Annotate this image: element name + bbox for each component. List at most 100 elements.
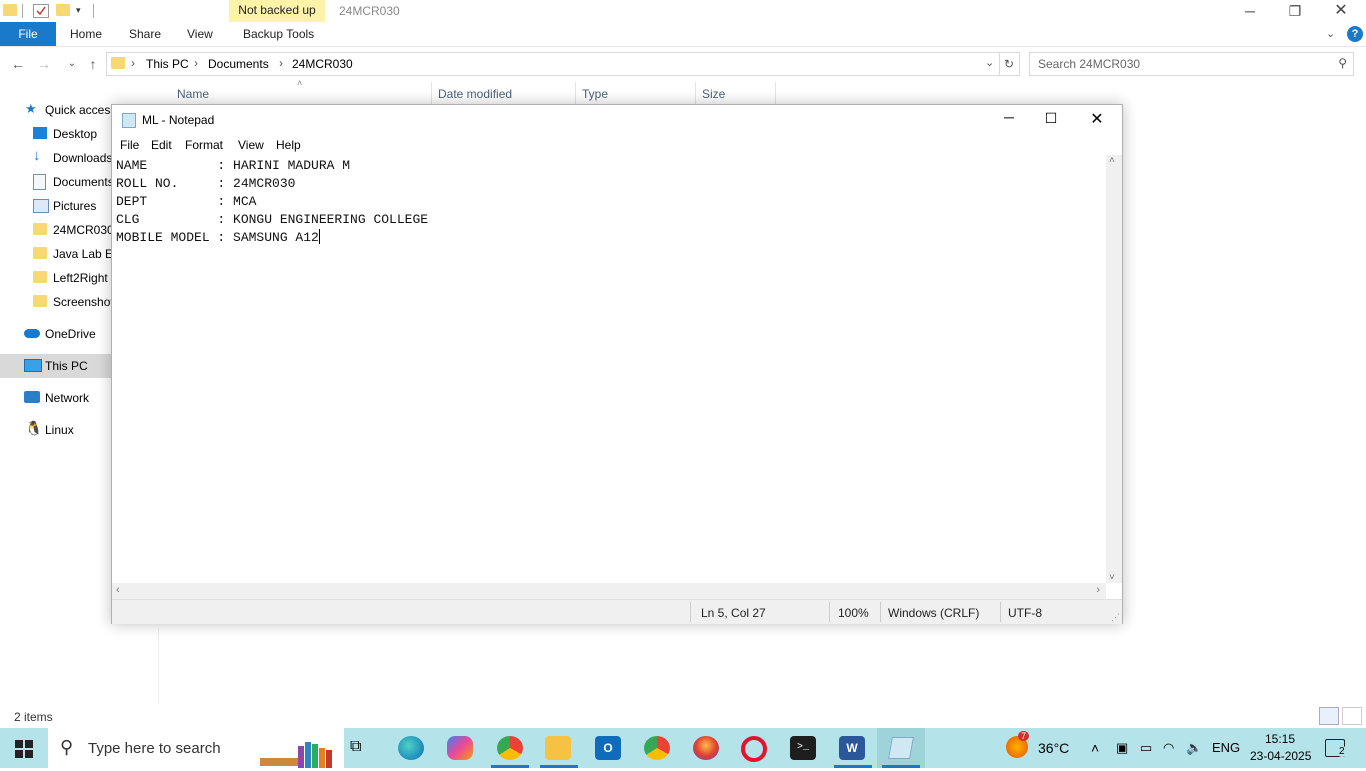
chevron-right-icon[interactable]: › [279, 56, 283, 70]
sidebar-item-network[interactable]: Network [0, 386, 111, 410]
tab-home[interactable]: Home [70, 22, 102, 46]
chrome-icon[interactable] [497, 736, 523, 760]
tab-file[interactable]: File [0, 22, 56, 46]
column-header-type[interactable]: Type [582, 87, 608, 101]
address-bar[interactable]: › This PC › Documents › 24MCR030 ⌄ [106, 52, 1000, 76]
column-header-size[interactable]: Size [702, 87, 725, 101]
file-explorer-icon[interactable] [545, 736, 571, 760]
up-arrow-icon[interactable]: ↑ [83, 54, 103, 74]
tab-backup-tools[interactable]: Backup Tools [243, 22, 314, 46]
language-indicator[interactable]: ENG [1212, 740, 1240, 755]
details-view-button[interactable] [1319, 707, 1339, 725]
weather-temperature[interactable]: 36°C [1038, 740, 1069, 756]
terminal-icon[interactable]: >_ [790, 736, 816, 760]
column-separator[interactable] [575, 82, 576, 106]
sidebar-item-24mcr030[interactable]: 24MCR030 [0, 218, 114, 242]
task-view-icon[interactable]: ⧉ [350, 738, 370, 758]
word-icon[interactable]: W [839, 736, 865, 760]
search-icon[interactable]: ⚲ [1338, 56, 1347, 70]
column-header-date-modified[interactable]: Date modified [438, 87, 512, 101]
penguin-icon: 🐧 [25, 420, 43, 436]
sidebar-item-this-pc[interactable]: This PC [0, 354, 111, 378]
breadcrumb-24mcr030[interactable]: 24MCR030 [292, 57, 353, 71]
meet-now-icon[interactable]: ▣ [1116, 740, 1128, 756]
volume-icon[interactable]: 🔈 [1186, 740, 1202, 756]
tab-share[interactable]: Share [129, 22, 161, 46]
sidebar-item-documents[interactable]: Documents [0, 170, 114, 194]
notepad-titlebar[interactable]: ML - Notepad ─ ☐ ✕ [112, 105, 1122, 135]
back-arrow-icon[interactable]: ← [8, 54, 28, 74]
wifi-icon[interactable]: ◠ [1163, 740, 1174, 756]
sidebar-item-desktop[interactable]: Desktop [0, 122, 111, 146]
chevron-right-icon[interactable]: › [194, 56, 198, 70]
vertical-scrollbar[interactable]: ˄ ˅ [1106, 155, 1122, 583]
firefox-icon[interactable] [693, 736, 719, 760]
clock-time[interactable]: 15:15 [1265, 732, 1295, 746]
menu-help[interactable]: Help [276, 138, 301, 152]
refresh-icon[interactable]: ↻ [999, 52, 1020, 76]
minimize-button[interactable]: ─ [992, 109, 1026, 125]
outlook-icon[interactable]: O [595, 736, 621, 760]
horizontal-scrollbar[interactable]: ‹ › [112, 583, 1106, 599]
clock-date[interactable]: 23-04-2025 [1250, 749, 1311, 763]
sidebar-item-quick-access[interactable]: ★ Quick access [0, 98, 116, 122]
sidebar-item-java-lab[interactable]: Java Lab Ex [0, 242, 119, 266]
chevron-up-icon[interactable]: ˄ [1091, 740, 1099, 756]
ribbon-expand-icon[interactable]: ⌄ [1326, 27, 1335, 40]
help-button[interactable]: ? [1347, 26, 1363, 42]
column-separator[interactable] [695, 82, 696, 106]
close-button[interactable]: ✕ [1318, 0, 1364, 22]
new-folder-icon[interactable] [56, 4, 70, 16]
notepad-window: ML - Notepad ─ ☐ ✕ File Edit Format View… [111, 104, 1123, 624]
tab-view[interactable]: View [187, 22, 213, 46]
copilot-icon[interactable] [447, 736, 473, 760]
pane-divider[interactable] [158, 628, 159, 704]
menu-file[interactable]: File [120, 138, 139, 152]
minimize-button[interactable]: ─ [1227, 0, 1273, 22]
forward-arrow-icon[interactable]: → [34, 54, 54, 74]
chevron-right-icon[interactable]: › [131, 56, 135, 70]
menu-edit[interactable]: Edit [151, 138, 172, 152]
maximize-button[interactable]: ☐ [1034, 110, 1068, 127]
breadcrumb-documents[interactable]: Documents [208, 57, 269, 71]
scroll-up-icon[interactable]: ˄ [1109, 155, 1115, 166]
large-icons-view-button[interactable] [1342, 707, 1362, 725]
edge-browser-icon[interactable] [398, 736, 424, 760]
sidebar-item-label: Pictures [53, 199, 97, 213]
properties-icon[interactable] [33, 4, 49, 18]
chrome-profile-icon[interactable] [644, 736, 670, 760]
qat-dropdown-icon[interactable]: ▾ [76, 5, 81, 16]
sidebar-item-onedrive[interactable]: OneDrive [0, 322, 111, 346]
column-separator[interactable] [775, 82, 776, 106]
recent-locations-icon[interactable]: ⌄ [62, 54, 82, 74]
column-header-name[interactable]: Name [177, 87, 209, 101]
windows-start-icon[interactable] [15, 740, 33, 758]
taskbar-search-box[interactable]: ⚲ Type here to search [48, 728, 344, 768]
opera-icon[interactable] [741, 736, 767, 762]
resize-grip-icon[interactable]: ⋰ [1111, 612, 1120, 623]
sidebar-item-left2right[interactable]: Left2Right [0, 266, 111, 290]
address-dropdown-icon[interactable]: ⌄ [985, 56, 994, 69]
menu-format[interactable]: Format [185, 138, 223, 152]
sidebar-item-downloads[interactable]: ↓ Downloads [0, 146, 112, 170]
notepad-taskbar-button[interactable] [877, 728, 925, 768]
notifications-icon[interactable]: 2 [1325, 739, 1347, 757]
qat-separator [22, 4, 23, 18]
scroll-left-icon[interactable]: ‹ [116, 584, 120, 596]
pictures-icon [33, 199, 49, 213]
notepad-text-area[interactable]: NAME : HARINI MADURA M ROLL NO. : 24MCR0… [116, 157, 1106, 583]
sidebar-item-pictures[interactable]: Pictures [0, 194, 111, 218]
sidebar-item-linux[interactable]: 🐧 Linux [0, 418, 111, 442]
sidebar-item-screenshot[interactable]: Screenshot [0, 290, 114, 314]
text-cursor [318, 229, 320, 244]
scroll-right-icon[interactable]: › [1096, 584, 1100, 596]
scroll-down-icon[interactable]: ˅ [1109, 572, 1115, 583]
computer-icon [24, 359, 42, 372]
column-separator[interactable] [431, 82, 432, 106]
close-button[interactable]: ✕ [1080, 109, 1114, 129]
menu-view[interactable]: View [238, 138, 264, 152]
battery-icon[interactable]: ▭ [1140, 740, 1152, 756]
restore-button[interactable]: ❐ [1272, 0, 1318, 22]
breadcrumb-this-pc[interactable]: This PC [146, 57, 189, 71]
search-input[interactable]: Search 24MCR030 ⚲ [1029, 52, 1354, 76]
